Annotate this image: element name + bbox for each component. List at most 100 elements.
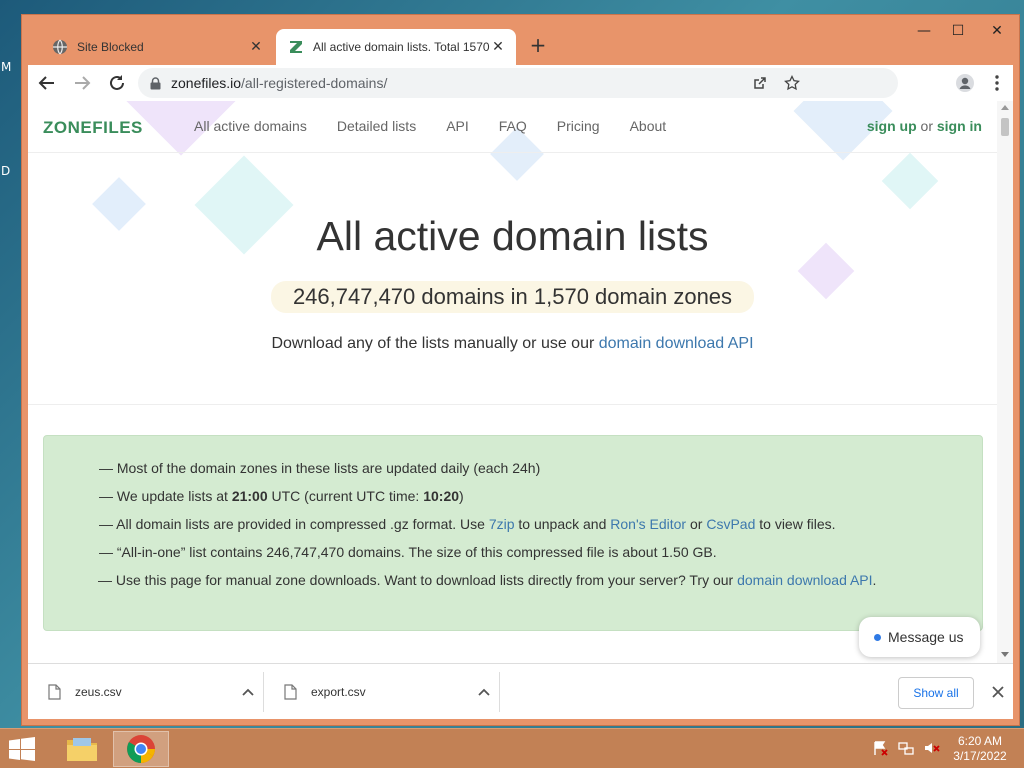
forward-arrow-icon	[75, 76, 91, 90]
folder-icon	[67, 738, 97, 761]
site-nav-links: All active domains Detailed lists API FA…	[194, 118, 666, 134]
file-icon	[284, 684, 297, 700]
csvpad-link[interactable]: CsvPad	[706, 516, 755, 532]
page-content: ZONEFILES All active domains Detailed li…	[28, 101, 997, 663]
info-text: )	[459, 488, 464, 504]
file-icon	[48, 684, 61, 700]
tab-site-blocked[interactable]: Site Blocked ✕	[28, 29, 274, 65]
volume-muted-icon[interactable]	[924, 740, 940, 761]
info-line: — “All-in-one” list contains 246,747,470…	[99, 544, 717, 560]
download-filename: zeus.csv	[75, 685, 122, 699]
desktop-icon-label[interactable]: M	[1, 60, 11, 74]
page-title: All active domain lists	[316, 213, 709, 259]
info-line: — Use this page for manual zone download…	[98, 566, 926, 594]
forward-button[interactable]	[66, 67, 98, 99]
tab-all-active-domains[interactable]: All active domain lists. Total 1570 ✕	[276, 29, 516, 65]
zonefiles-favicon-icon	[288, 39, 304, 55]
site-logo[interactable]: ZONEFILES	[43, 118, 143, 138]
nav-link-faq[interactable]: FAQ	[499, 118, 527, 134]
info-text: to unpack and	[514, 516, 611, 532]
nav-link-about[interactable]: About	[630, 118, 667, 134]
site-navbar: ZONEFILES All active domains Detailed li…	[28, 101, 997, 153]
bookmark-star-icon[interactable]	[776, 75, 808, 91]
flag-notification-icon[interactable]	[872, 740, 888, 761]
info-line: — We update lists at 21:00 UTC (current …	[99, 482, 926, 510]
file-explorer-taskbar-button[interactable]	[54, 731, 110, 767]
download-item[interactable]: export.csv	[264, 672, 500, 712]
close-download-shelf-icon[interactable]	[988, 682, 1008, 702]
domain-download-api-link[interactable]: domain download API	[599, 335, 754, 352]
close-tab-button[interactable]: ✕	[248, 39, 264, 55]
desktop-icon-label[interactable]: D	[1, 164, 10, 178]
chrome-taskbar-button[interactable]	[113, 731, 169, 767]
toolbar-right	[949, 65, 1013, 101]
info-text: .	[872, 572, 877, 588]
sign-up-link[interactable]: sign up	[867, 118, 917, 134]
sign-in-link[interactable]: sign in	[937, 118, 982, 134]
window-controls: — ☐ ✕	[907, 15, 1019, 47]
address-bar[interactable]: zonefiles.io/all-registered-domains/	[138, 68, 898, 98]
web-page-viewport: ZONEFILES All active domains Detailed li…	[28, 101, 1013, 663]
hero-desc-text: Download any of the lists manually or us…	[271, 335, 599, 352]
clock-time: 6:20 AM	[957, 734, 1003, 748]
show-all-downloads-button[interactable]: Show all	[898, 677, 974, 709]
tab-title: Site Blocked	[77, 40, 144, 54]
windows-start-icon[interactable]	[8, 737, 36, 766]
message-us-button[interactable]: Message us	[859, 617, 980, 657]
auth-or-text: or	[920, 118, 933, 134]
reload-button[interactable]	[101, 67, 133, 99]
chevron-up-icon[interactable]	[469, 688, 499, 696]
browser-window: — ☐ ✕ Site Blocked ✕ All active domain l…	[21, 14, 1020, 726]
browser-toolbar: zonefiles.io/all-registered-domains/	[28, 65, 1013, 101]
info-text: — All domain lists are provided in compr…	[99, 516, 489, 532]
omnibox-actions	[744, 68, 808, 98]
decorative-diamond	[881, 152, 939, 210]
page-scrollbar[interactable]	[997, 101, 1013, 663]
nav-link-all-active-domains[interactable]: All active domains	[194, 118, 307, 134]
lock-icon[interactable]	[150, 76, 161, 90]
download-item[interactable]: zeus.csv	[28, 672, 264, 712]
current-utc-time: 10:20	[423, 488, 460, 504]
url-path: /all-registered-domains/	[241, 75, 388, 91]
close-window-button[interactable]: ✕	[975, 15, 1019, 47]
domain-download-api-link[interactable]: domain download API	[737, 572, 872, 588]
7zip-link[interactable]: 7zip	[489, 516, 515, 532]
minimize-button[interactable]: —	[907, 15, 941, 47]
rons-editor-link[interactable]: Ron's Editor	[610, 516, 686, 532]
scrollbar-thumb[interactable]	[1001, 118, 1009, 136]
info-line: — All domain lists are provided in compr…	[99, 510, 926, 538]
nav-link-api[interactable]: API	[446, 118, 469, 134]
domain-count-badge: 246,747,470 domains in 1,570 domain zone…	[270, 281, 755, 313]
taskbar: 6:20 AM 3/17/2022	[0, 728, 1024, 768]
menu-kebab-icon[interactable]	[981, 75, 1013, 91]
info-text: — Use this page for manual zone download…	[98, 572, 738, 588]
hero-subtitle-wrap: 246,747,470 domains in 1,570 domain zone…	[28, 281, 997, 313]
chevron-up-icon[interactable]	[233, 688, 263, 696]
auth-links: sign up or sign in	[867, 118, 982, 134]
nav-link-pricing[interactable]: Pricing	[557, 118, 600, 134]
chrome-icon	[127, 735, 155, 763]
system-tray	[872, 740, 940, 761]
download-shelf: zeus.csv export.csv Show all	[28, 663, 1013, 719]
info-text: UTC (current UTC time:	[267, 488, 424, 504]
globe-icon	[52, 39, 68, 55]
profile-avatar-icon[interactable]	[949, 73, 981, 93]
close-tab-button[interactable]: ✕	[490, 39, 506, 55]
maximize-button[interactable]: ☐	[941, 15, 975, 47]
back-button[interactable]	[31, 67, 63, 99]
reload-icon	[110, 75, 124, 90]
download-filename: export.csv	[311, 685, 366, 699]
network-icon[interactable]	[898, 740, 914, 761]
new-tab-button[interactable]: +	[526, 33, 550, 57]
scroll-up-arrow-icon[interactable]	[1001, 105, 1009, 110]
clock-date: 3/17/2022	[953, 749, 1007, 763]
info-text: to view files.	[755, 516, 836, 532]
nav-link-detailed-lists[interactable]: Detailed lists	[337, 118, 416, 134]
taskbar-clock[interactable]: 6:20 AM 3/17/2022	[944, 734, 1016, 764]
hero-description: Download any of the lists manually or us…	[28, 335, 997, 353]
info-text: — We update lists at	[99, 488, 232, 504]
scroll-down-arrow-icon[interactable]	[1001, 652, 1009, 657]
divider	[28, 404, 997, 405]
message-us-label: Message us	[888, 629, 964, 645]
share-icon[interactable]	[744, 75, 776, 91]
